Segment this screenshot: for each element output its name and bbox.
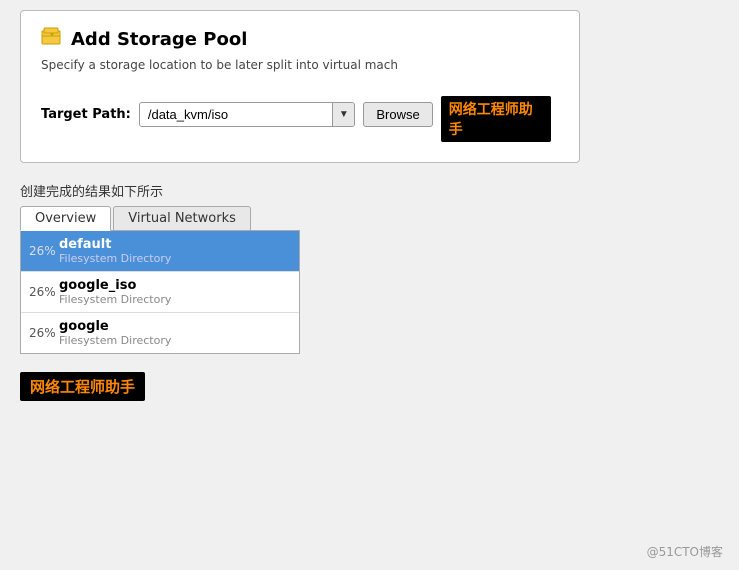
pool-percent-google: 26% — [29, 326, 59, 340]
tabs-bar: Overview Virtual Networks — [20, 206, 300, 231]
pool-percent-google-iso: 26% — [29, 285, 59, 299]
pool-name-default: default — [59, 237, 171, 252]
pool-name-google: google — [59, 319, 171, 334]
target-path-input-group: ▼ — [139, 102, 355, 127]
dialog-title-text: Add Storage Pool — [71, 29, 247, 50]
dialog-watermark: 网络工程师助手 — [441, 96, 551, 142]
pool-info-google: google Filesystem Directory — [59, 319, 171, 347]
pool-type-google: Filesystem Directory — [59, 334, 171, 347]
storage-pool-icon — [41, 27, 63, 52]
tab-overview[interactable]: Overview — [20, 206, 111, 231]
target-path-label: Target Path: — [41, 107, 131, 122]
target-path-input[interactable] — [140, 103, 332, 126]
pool-type-google-iso: Filesystem Directory — [59, 293, 171, 306]
dialog-title: Add Storage Pool — [41, 27, 559, 52]
path-dropdown-button[interactable]: ▼ — [332, 103, 355, 126]
pool-info-google-iso: google_iso Filesystem Directory — [59, 278, 171, 306]
footer-attribution: @51CTO博客 — [647, 543, 723, 560]
pool-percent-default: 26% — [29, 244, 59, 258]
pool-info-default: default Filesystem Directory — [59, 237, 171, 265]
result-label: 创建完成的结果如下所示 — [20, 181, 719, 200]
pool-name-google-iso: google_iso — [59, 278, 171, 293]
pool-item-google[interactable]: 26% google Filesystem Directory — [21, 313, 299, 353]
bottom-watermark: 网络工程师助手 — [20, 372, 145, 401]
tab-virtual-networks[interactable]: Virtual Networks — [113, 206, 251, 230]
pool-type-default: Filesystem Directory — [59, 252, 171, 265]
result-section: 创建完成的结果如下所示 Overview Virtual Networks 26… — [20, 181, 719, 401]
pool-item-google-iso[interactable]: 26% google_iso Filesystem Directory — [21, 272, 299, 313]
dialog-subtitle: Specify a storage location to be later s… — [41, 58, 559, 72]
pool-item-default[interactable]: 26% default Filesystem Directory — [21, 231, 299, 272]
add-storage-pool-dialog: Add Storage Pool Specify a storage locat… — [20, 10, 580, 163]
pool-list: 26% default Filesystem Directory 26% goo… — [20, 231, 300, 354]
browse-button[interactable]: Browse — [363, 102, 432, 127]
